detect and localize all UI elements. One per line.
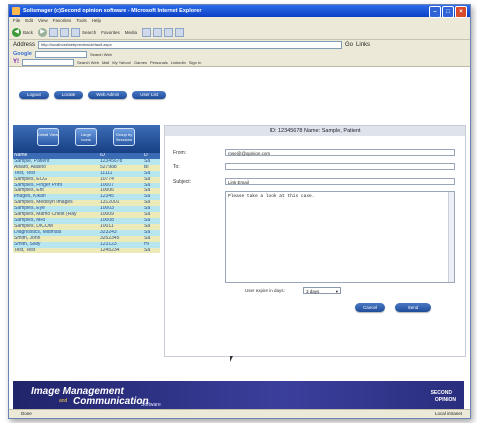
yahoo-logo: Y!	[13, 59, 19, 65]
cell-d: Sa	[143, 247, 160, 254]
top-nav: Logout Locate Web Admin User List	[19, 91, 166, 99]
google-logo: Google	[13, 51, 32, 57]
message-textarea[interactable]: Please take a look at this case.	[225, 191, 455, 283]
zone-text: Local intranet	[434, 411, 462, 416]
menu-view[interactable]: View	[38, 17, 48, 25]
from-label: From:	[173, 150, 187, 156]
browser-window: Solismager (c)Second opinion software - …	[8, 4, 471, 419]
to-input[interactable]	[225, 163, 455, 170]
google-search-input[interactable]	[34, 50, 87, 58]
go-button[interactable]: Go	[345, 42, 353, 48]
links-label[interactable]: Links	[356, 42, 370, 48]
table-row[interactable]: Test, Test 1245234 Sa	[13, 247, 160, 254]
email-form-panel: ID: 12345678 Name: Sample, Patient From:…	[164, 125, 466, 357]
nav-toolbar: ◀ Back ▶ Search Favorites Media	[9, 25, 470, 40]
mouse-cursor	[230, 356, 233, 362]
back-label[interactable]: Back	[23, 30, 33, 35]
cancel-button[interactable]: Cancel	[355, 303, 385, 312]
my-yahoo-link[interactable]: My Yahoo!	[112, 60, 131, 65]
footer-and: and	[59, 398, 68, 404]
large-icons-button[interactable]: Large Icons	[75, 128, 97, 146]
subject-input[interactable]: Link Email	[225, 178, 455, 185]
subject-label: Subject:	[173, 179, 192, 185]
refresh-icon[interactable]	[60, 27, 70, 37]
yahoo-signin-link[interactable]: Sign In	[189, 60, 201, 65]
yahoo-linkedin-link[interactable]: LinkedIn	[171, 60, 186, 65]
stop-icon[interactable]	[49, 27, 59, 37]
cell-id: 1245234	[99, 247, 143, 254]
footer-brand2: OPINION	[434, 397, 456, 403]
address-input[interactable]: http://localhost/webpreview/default.aspx	[38, 40, 343, 49]
footer-software: Software	[141, 402, 161, 408]
menu-bar: File Edit View Favorites Tools Help	[9, 17, 470, 25]
locate-button[interactable]: Locate	[53, 91, 84, 99]
to-label: To:	[173, 164, 180, 170]
yahoo-mail-link[interactable]: Mail	[102, 60, 109, 65]
from-input[interactable]: rose@@opinion.com	[225, 149, 455, 156]
yahoo-personals-link[interactable]: Personals	[150, 60, 168, 65]
yahoo-toolbar: Y! Search Web Mail My Yahoo! Games Perso…	[9, 58, 470, 67]
cell-name: Test, Test	[13, 247, 99, 254]
menu-favorites[interactable]: Favorites	[53, 17, 72, 25]
ie-icon	[12, 7, 20, 15]
footer-brand1: SECOND	[430, 390, 452, 396]
search-label[interactable]: Search	[82, 30, 96, 35]
web-admin-button[interactable]: Web Admin	[88, 91, 128, 99]
group-sessions-button[interactable]: Group by Sessions	[113, 128, 135, 146]
user-list-button[interactable]: User List	[132, 91, 166, 99]
edit-icon[interactable]	[175, 27, 185, 37]
message-text: Please take a look at this case.	[228, 194, 315, 199]
menu-file[interactable]: File	[13, 17, 20, 25]
title-bar: Solismager (c)Second opinion software - …	[9, 5, 470, 18]
expiry-label: User expire in days:	[245, 288, 285, 293]
favorites-label[interactable]: Favorites	[101, 30, 120, 35]
back-icon[interactable]: ◀	[12, 27, 21, 37]
history-icon[interactable]	[142, 27, 152, 37]
status-bar: Done Local intranet	[9, 409, 470, 418]
detail-view-button[interactable]: Detail View	[37, 128, 59, 146]
forward-icon[interactable]: ▶	[38, 27, 48, 37]
window-title: Solismager (c)Second opinion software - …	[23, 8, 202, 14]
patient-list-panel: Detail View Large Icons Group by Session…	[13, 125, 160, 355]
patient-header: ID: 12345678 Name: Sample, Patient	[165, 126, 465, 136]
menu-help[interactable]: Help	[92, 17, 101, 25]
expiry-select[interactable]: 3 days ▾	[303, 287, 341, 294]
yahoo-search-button[interactable]: Search Web	[77, 60, 99, 65]
menu-tools[interactable]: Tools	[76, 17, 87, 25]
yahoo-search-input[interactable]	[22, 58, 74, 66]
expiry-value: 3 days	[306, 289, 320, 294]
home-icon[interactable]	[71, 27, 81, 37]
send-button[interactable]: Send	[395, 303, 431, 312]
footer-line2: Communication	[73, 396, 149, 407]
address-bar: Address http://localhost/webpreview/defa…	[9, 40, 470, 49]
mail-icon[interactable]	[153, 27, 163, 37]
status-text: Done	[21, 411, 32, 416]
logout-button[interactable]: Logout	[19, 91, 49, 99]
patient-table: Name ID D Sample, Patient 12345678 Sa Alsar…	[13, 153, 160, 254]
media-label[interactable]: Media	[125, 30, 137, 35]
page-content: SECOND SECOND OPINION Logout Locate Web …	[9, 67, 470, 413]
menu-edit[interactable]: Edit	[25, 17, 33, 25]
chevron-down-icon: ▾	[335, 289, 338, 294]
yahoo-games-link[interactable]: Games	[134, 60, 147, 65]
google-search-button[interactable]: Search Web	[90, 52, 112, 57]
print-icon[interactable]	[164, 27, 174, 37]
message-scrollbar[interactable]	[448, 192, 454, 282]
address-label: Address	[13, 41, 36, 48]
view-buttons: Detail View Large Icons Group by Session…	[13, 125, 160, 153]
google-toolbar: Google Search Web	[9, 50, 470, 58]
